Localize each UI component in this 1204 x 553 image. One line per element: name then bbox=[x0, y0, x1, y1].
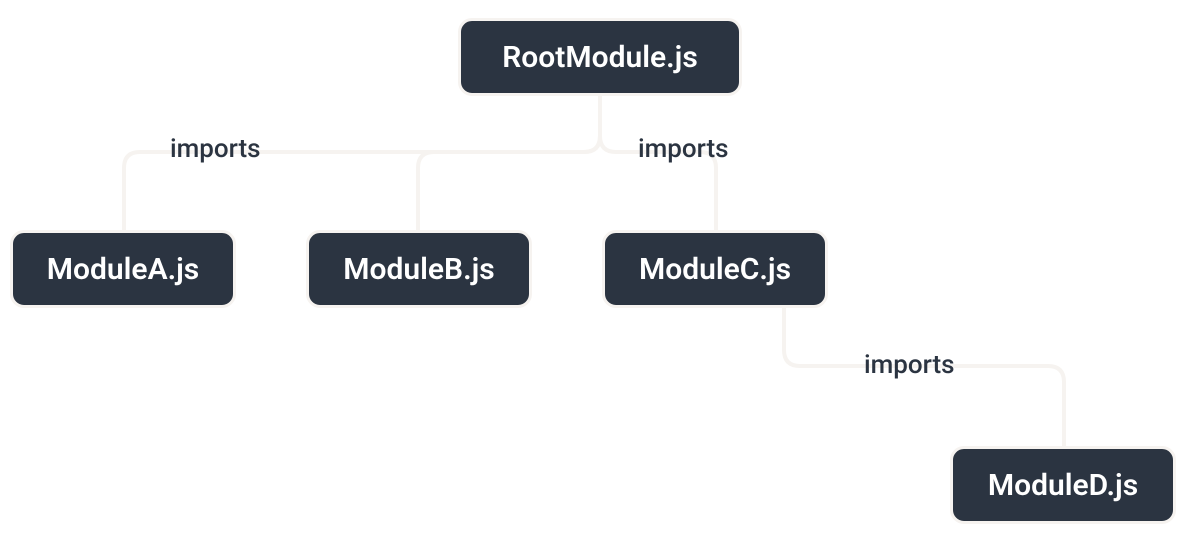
node-label: ModuleB.js bbox=[343, 252, 494, 287]
node-module-b: ModuleB.js bbox=[306, 230, 532, 308]
edge-label-root-to-c: imports bbox=[638, 134, 729, 164]
module-diagram: { "nodes": { "root": { "label": "RootMod… bbox=[0, 0, 1204, 553]
edge-label-root-to-a: imports bbox=[170, 134, 261, 164]
node-module-a: ModuleA.js bbox=[10, 230, 236, 308]
node-root-module: RootModule.js bbox=[458, 18, 742, 96]
node-label: ModuleC.js bbox=[639, 252, 791, 287]
node-label: RootModule.js bbox=[502, 40, 698, 75]
node-label: ModuleD.js bbox=[988, 468, 1138, 503]
node-module-c: ModuleC.js bbox=[602, 230, 828, 308]
edge-label-c-to-d: imports bbox=[864, 350, 955, 380]
node-module-d: ModuleD.js bbox=[950, 446, 1176, 524]
node-label: ModuleA.js bbox=[47, 252, 199, 287]
